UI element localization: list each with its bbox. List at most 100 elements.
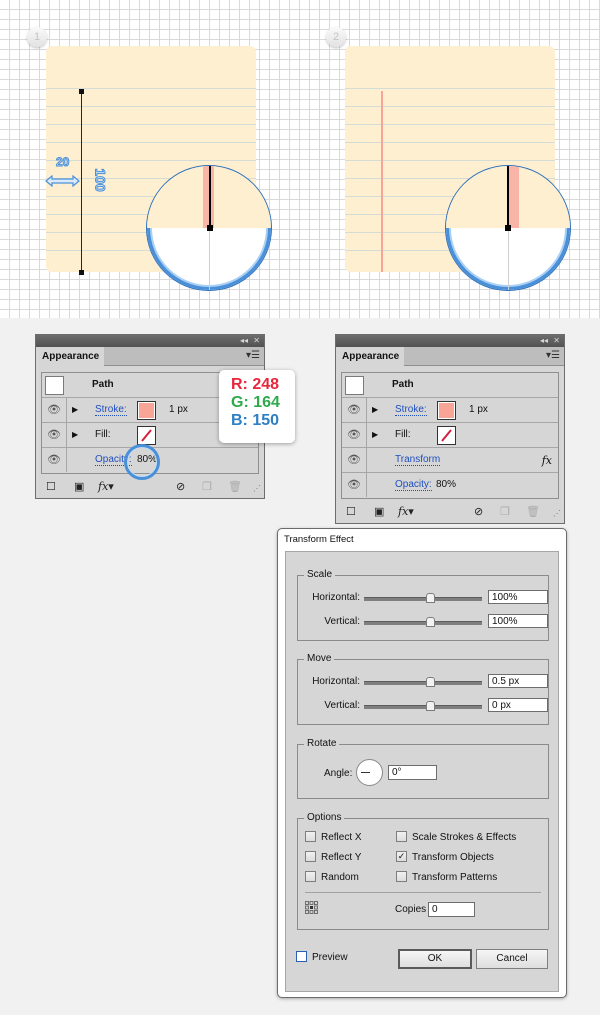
stroke-swatch[interactable] (137, 401, 156, 420)
add-stroke-icon[interactable]: ☐ (46, 480, 56, 493)
transform-effect-row[interactable]: 👁 Transform fx (342, 448, 558, 473)
add-fill-icon[interactable]: ▣ (374, 505, 384, 518)
fill-none-swatch[interactable] (437, 426, 456, 445)
add-effect-icon[interactable]: fx▾ (398, 505, 414, 518)
add-fill-icon[interactable]: ▣ (74, 480, 84, 493)
width-label: 20 (55, 155, 70, 170)
reference-point-icon[interactable] (305, 901, 318, 914)
dialog-title: Transform Effect (284, 534, 354, 545)
close-icon[interactable]: ✕ (253, 335, 260, 347)
scale-vertical-input[interactable]: 100% (488, 614, 548, 628)
margin-line (381, 91, 383, 272)
selected-path[interactable] (81, 91, 82, 273)
stroke-swatch[interactable] (437, 401, 456, 420)
add-stroke-icon[interactable]: ☐ (346, 505, 356, 518)
scale-horizontal-input[interactable]: 100% (488, 590, 548, 604)
resize-grip-icon[interactable]: ⋰ (253, 484, 261, 493)
object-row[interactable]: Path (342, 373, 558, 398)
angle-dial[interactable] (356, 759, 383, 786)
duplicate-item-icon[interactable]: ❐ (202, 480, 212, 493)
transform-patterns-checkbox[interactable]: Transform Patterns (396, 871, 498, 884)
eye-icon[interactable]: 👁 (342, 423, 367, 447)
panel-titlebar[interactable]: ◂◂ ✕ (336, 335, 564, 347)
duplicate-item-icon[interactable]: ❐ (500, 505, 510, 518)
options-group-label: Options (304, 812, 345, 823)
anchor-point-top[interactable] (79, 89, 84, 94)
red-value: R: 248 (231, 376, 280, 393)
ok-button[interactable]: OK (398, 949, 472, 969)
fill-none-swatch[interactable] (137, 426, 156, 445)
delete-item-icon[interactable]: 🗑 (228, 480, 242, 493)
object-thumbnail (45, 376, 64, 395)
slider-thumb[interactable] (426, 701, 435, 711)
random-checkbox[interactable]: Random (305, 871, 359, 884)
move-vertical-input[interactable]: 0 px (488, 698, 548, 712)
expand-triangle-icon[interactable]: ▶ (72, 405, 78, 414)
transform-effect-dialog: Transform Effect Scale Horizontal: 100% … (277, 528, 567, 998)
tab-appearance[interactable]: Appearance (336, 347, 404, 366)
resize-grip-icon[interactable]: ⋰ (553, 509, 561, 518)
stroke-link[interactable]: Stroke: (395, 404, 427, 416)
collapse-icon[interactable]: ◂◂ (240, 335, 248, 347)
move-horizontal-label: Horizontal: (312, 676, 360, 687)
delete-item-icon[interactable]: 🗑 (526, 505, 540, 518)
transform-patterns-label: Transform Patterns (412, 872, 498, 884)
fill-row[interactable]: 👁 ▶ Fill: (342, 423, 558, 448)
scale-horizontal-label: Horizontal: (312, 592, 360, 603)
transform-effect-link[interactable]: Transform (395, 454, 441, 466)
height-label: 100 (92, 168, 109, 192)
scale-group: Scale Horizontal: 100% Vertical: 100% (297, 569, 549, 641)
eye-icon[interactable]: 👁 (42, 398, 67, 422)
eye-icon[interactable]: 👁 (42, 423, 67, 447)
eye-icon[interactable]: 👁 (42, 448, 67, 472)
object-type-label: Path (92, 379, 114, 390)
close-icon[interactable]: ✕ (553, 335, 560, 347)
opacity-link[interactable]: Opacity: (395, 479, 432, 491)
reflect-y-label: Reflect Y (321, 852, 362, 864)
fx-icon: fx (541, 454, 552, 467)
expand-triangle-icon[interactable]: ▶ (372, 405, 378, 414)
scale-vertical-slider[interactable] (364, 617, 482, 627)
eye-icon[interactable]: 👁 (342, 473, 367, 497)
eye-icon[interactable]: 👁 (342, 448, 367, 472)
move-horizontal-input[interactable]: 0.5 px (488, 674, 548, 688)
collapse-icon[interactable]: ◂◂ (540, 335, 548, 347)
panel-titlebar[interactable]: ◂◂ ✕ (36, 335, 264, 347)
add-effect-icon[interactable]: fx▾ (98, 480, 114, 493)
scale-horizontal-slider[interactable] (364, 593, 482, 603)
panel-menu-icon[interactable]: ▾☰ (546, 350, 560, 361)
angle-label: Angle: (324, 768, 353, 779)
stroke-link[interactable]: Stroke: (95, 404, 127, 416)
transform-objects-checkbox[interactable]: ✓ Transform Objects (396, 851, 494, 864)
stroke-weight[interactable]: 1 px (169, 404, 188, 415)
step-badge-1: 1 (27, 27, 47, 47)
scale-strokes-checkbox[interactable]: Scale Strokes & Effects (396, 831, 516, 844)
transform-objects-label: Transform Objects (412, 852, 494, 864)
move-vertical-slider[interactable] (364, 701, 482, 711)
anchor-point-bottom[interactable] (79, 270, 84, 275)
move-horizontal-slider[interactable] (364, 677, 482, 687)
preview-checkbox[interactable]: Preview (296, 951, 348, 964)
preview-label: Preview (312, 952, 348, 964)
opacity-row[interactable]: 👁 Opacity: 80% (342, 473, 558, 497)
angle-input[interactable]: 0° (388, 765, 437, 780)
stroke-row[interactable]: 👁 ▶ Stroke: 1 px (342, 398, 558, 423)
reflect-y-checkbox[interactable]: Reflect Y (305, 851, 362, 864)
cancel-button[interactable]: Cancel (476, 949, 548, 969)
tab-appearance[interactable]: Appearance (36, 347, 104, 366)
opacity-value[interactable]: 80% (436, 479, 456, 490)
clear-appearance-icon[interactable]: ⊘ (176, 480, 185, 493)
slider-thumb[interactable] (426, 593, 435, 603)
expand-triangle-icon[interactable]: ▶ (72, 430, 78, 439)
slider-thumb[interactable] (426, 677, 435, 687)
reflect-x-checkbox[interactable]: Reflect X (305, 831, 362, 844)
clear-appearance-icon[interactable]: ⊘ (474, 505, 483, 518)
slider-thumb[interactable] (426, 617, 435, 627)
options-group: Options Reflect X Reflect Y Random Scale… (297, 812, 549, 930)
panel-menu-icon[interactable]: ▾☰ (246, 350, 260, 361)
stroke-weight[interactable]: 1 px (469, 404, 488, 415)
copies-input[interactable]: 0 (428, 902, 475, 917)
expand-triangle-icon[interactable]: ▶ (372, 430, 378, 439)
fill-label: Fill: (95, 429, 111, 440)
eye-icon[interactable]: 👁 (342, 398, 367, 422)
